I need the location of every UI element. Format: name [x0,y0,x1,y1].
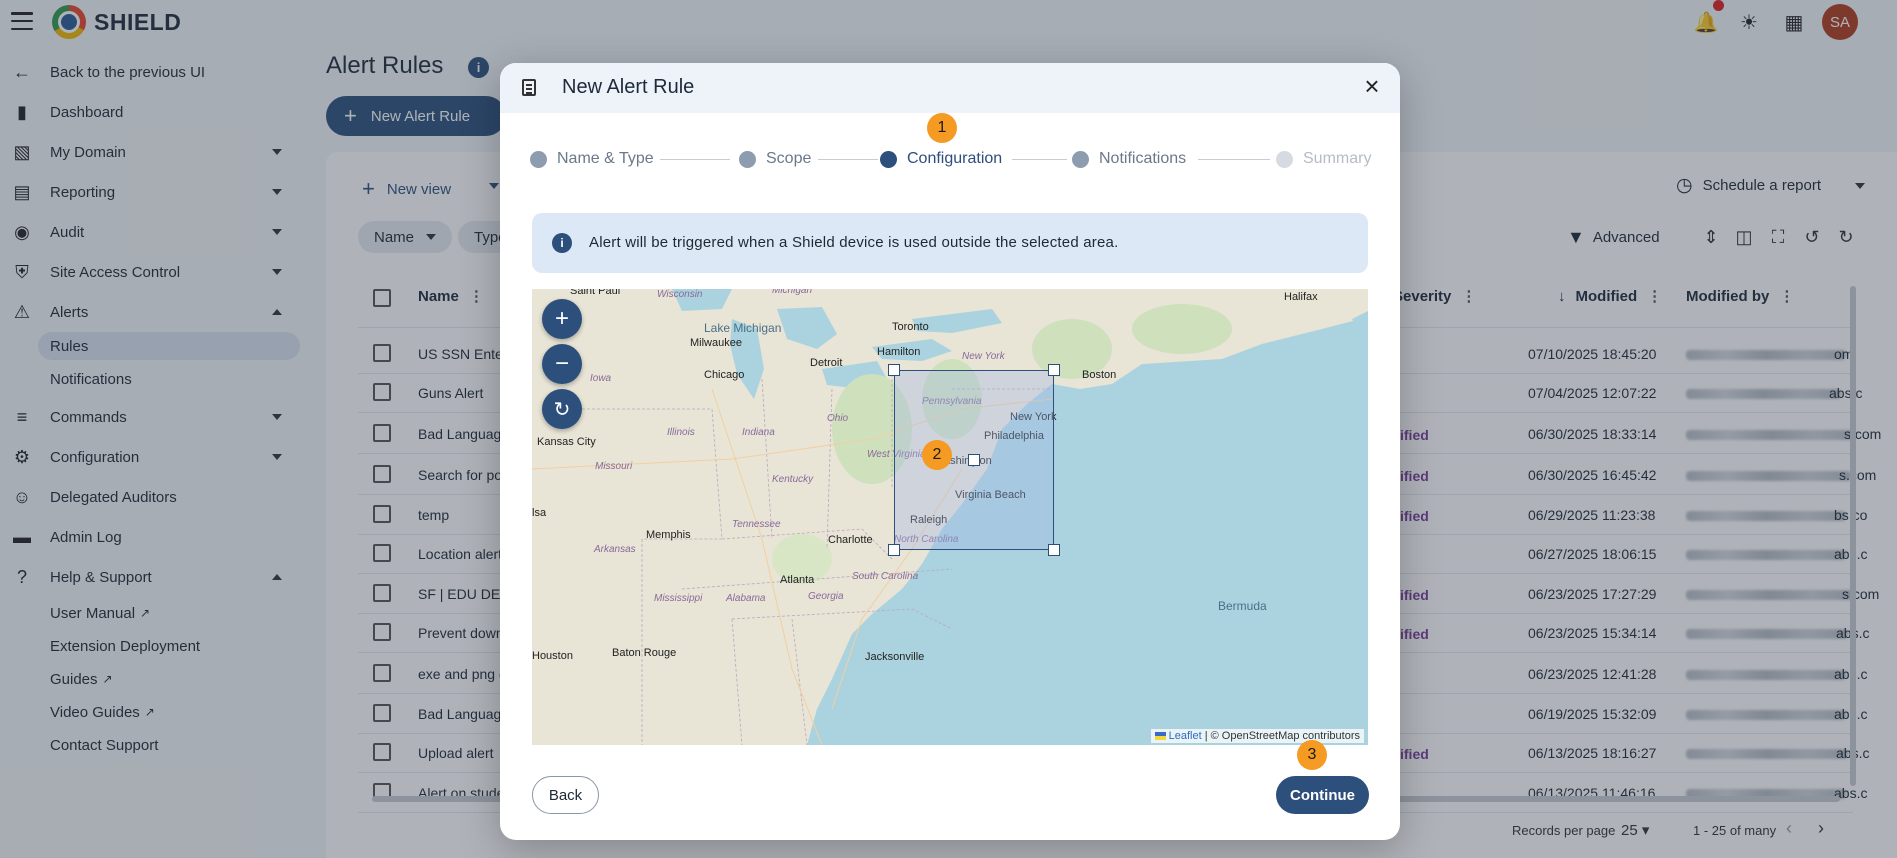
new-alert-rule-dialog: New Alert Rule × Name & Type Scope Confi… [500,63,1400,840]
map-label-mississippi: Mississippi [654,593,703,604]
map-label-michigan: Michigan [772,289,813,296]
reset-map-button[interactable]: ↻ [542,389,582,429]
map-attribution: Leaflet | © OpenStreetMap contributors [1150,729,1364,743]
map-label-georgia: Georgia [808,591,844,602]
annotation-badge: 3 [1297,740,1327,770]
step-dot [1276,150,1293,168]
map-label-memphis: Memphis [646,529,691,541]
annotation-badge: 2 [922,440,952,470]
map-label-illinois: Illinois [667,427,695,438]
zoom-in-button[interactable]: + [542,299,582,339]
map-label-milwaukee: Milwaukee [690,337,742,349]
resize-handle-se[interactable] [1048,544,1060,556]
step-summary: Summary [1276,150,1371,168]
zoom-out-button[interactable]: − [542,344,582,384]
resize-handle-nw[interactable] [888,364,900,376]
map-area[interactable]: Saint Paul Wisconsin Michigan Halifax Toront… [532,289,1368,745]
step-connector [818,159,878,160]
map-label-houston: Houston [532,650,573,662]
map-label-lake-michigan: Lake Michigan [704,321,782,335]
map-label-detroit: Detroit [810,357,843,369]
step-scope[interactable]: Scope [739,150,811,168]
step-dot [1072,150,1089,168]
map-label-arkansas: Arkansas [594,544,636,555]
map-label-new-york-state: New York [962,351,1005,362]
map-label-baton-rouge: Baton Rouge [612,647,677,659]
info-icon: i [552,233,572,253]
step-notifications[interactable]: Notifications [1072,150,1186,168]
step-connector [1012,159,1067,160]
map-label-chicago: Chicago [704,369,745,381]
annotation-badge: 1 [927,113,957,143]
info-banner: i Alert will be triggered when a Shield … [532,213,1368,273]
move-handle[interactable] [968,454,980,466]
map-label-iowa: Iowa [590,373,612,384]
step-name-type[interactable]: Name & Type [530,150,654,168]
map-label-ohio: Ohio [827,413,849,424]
map-label-jacksonville: Jacksonville [865,651,925,663]
resize-handle-sw[interactable] [888,544,900,556]
ukraine-flag-icon [1154,732,1166,741]
map-label-kentucky: Kentucky [772,474,814,485]
map-label-saint-paul: Saint Paul [570,289,621,297]
map-label-bermuda: Bermuda [1218,599,1267,613]
map-label-tennessee: Tennessee [732,519,781,530]
leaflet-link[interactable]: Leaflet [1169,730,1202,742]
map-label-kansas-city: Kansas City [537,436,596,448]
document-icon [522,79,536,96]
map-label-tulsa: lsa [532,507,547,519]
map-label-charlotte: Charlotte [828,534,873,546]
step-connector [660,159,730,160]
map-label-halifax: Halifax [1284,291,1318,303]
map-label-south-carolina: South Carolina [852,571,919,582]
continue-button[interactable]: Continue [1276,776,1369,814]
step-dot [880,150,897,168]
dialog-title: New Alert Rule [562,76,695,98]
map-label-wisconsin: Wisconsin [657,289,703,300]
step-dot [530,150,547,168]
map-label-boston: Boston [1082,369,1117,381]
back-button[interactable]: Back [532,776,599,814]
resize-handle-ne[interactable] [1048,364,1060,376]
step-dot [739,150,756,168]
step-configuration[interactable]: Configuration [880,150,1002,168]
map-label-atlanta: Atlanta [780,574,815,586]
dialog-header: New Alert Rule × [500,63,1400,113]
map-label-alabama: Alabama [726,593,766,604]
step-connector [1198,159,1270,160]
map-label-hamilton: Hamilton [877,346,921,358]
info-banner-text: Alert will be triggered when a Shield de… [589,234,1119,251]
close-icon[interactable]: × [1360,73,1384,99]
map-label-missouri: Missouri [595,461,633,472]
map-label-indiana: Indiana [742,427,775,438]
map-label-toronto: Toronto [892,321,929,333]
